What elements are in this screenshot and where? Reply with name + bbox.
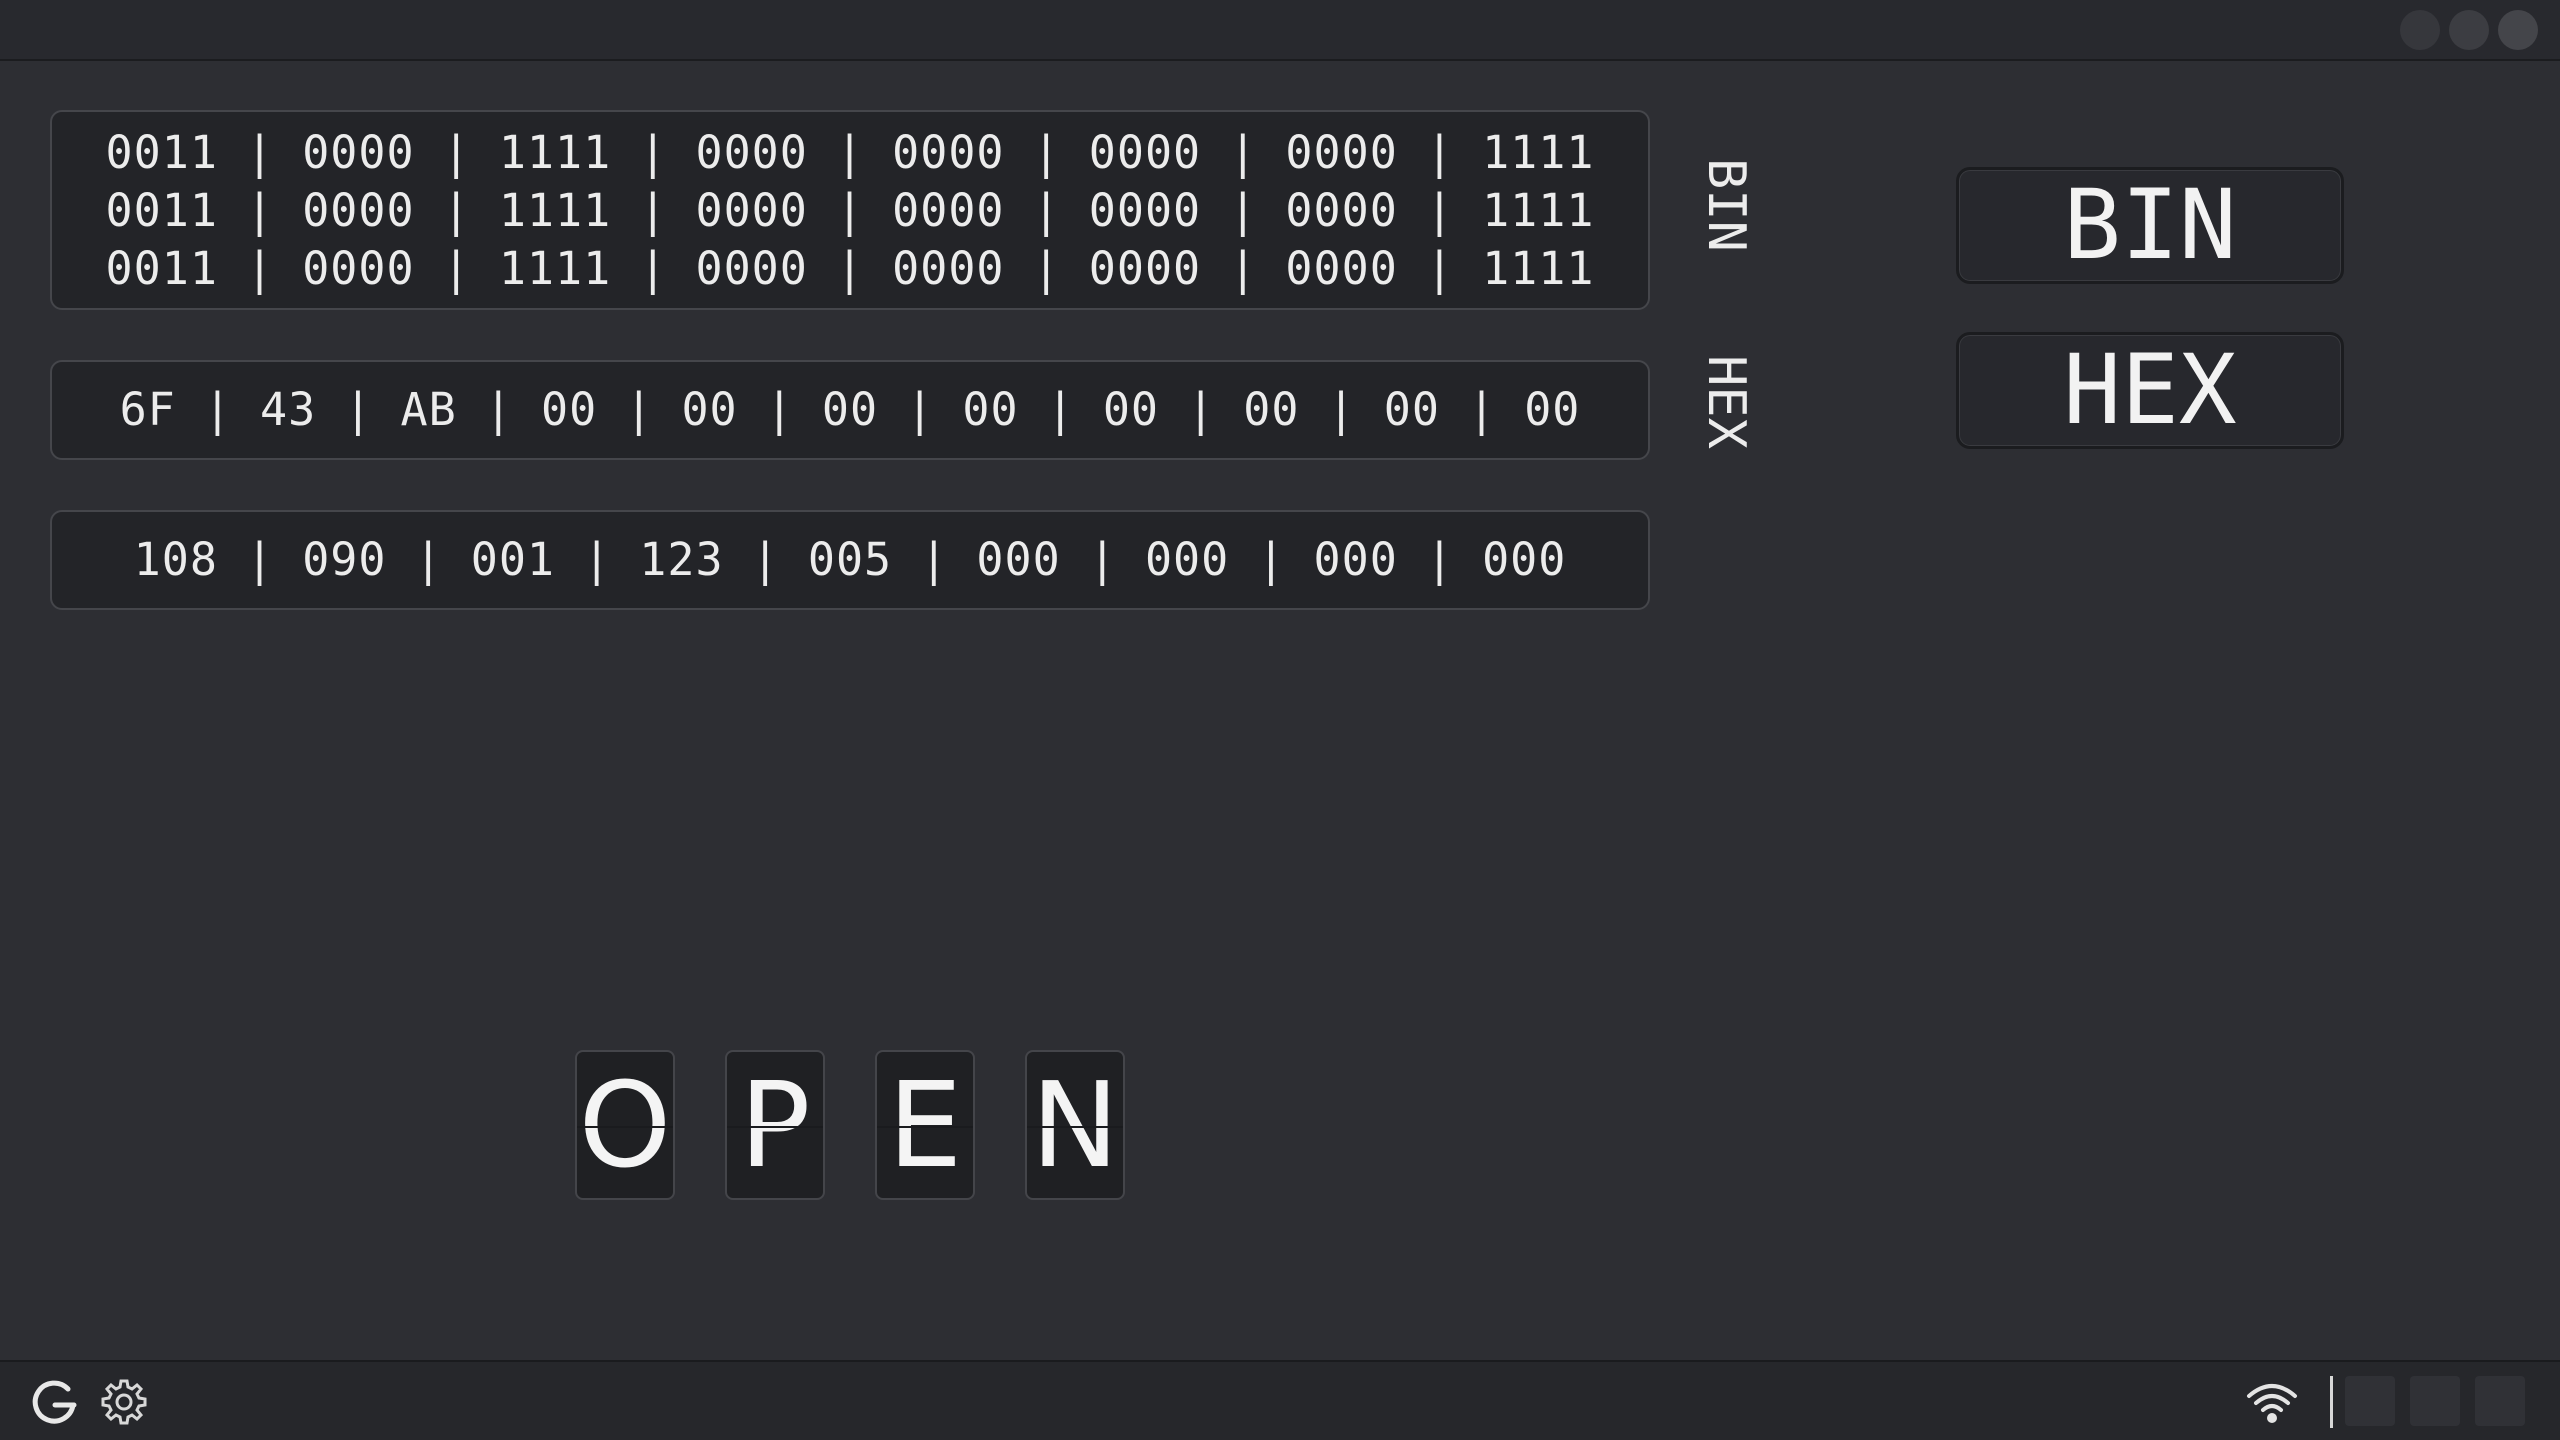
flip-letter-tile: E — [875, 1050, 975, 1200]
tray-slot[interactable] — [2475, 1376, 2525, 1426]
binary-display-panel: 0011 | 0000 | 1111 | 0000 | 0000 | 0000 … — [50, 110, 1650, 310]
tray-slot[interactable] — [2410, 1376, 2460, 1426]
binary-row: 0011 | 0000 | 1111 | 0000 | 0000 | 0000 … — [105, 184, 1595, 237]
bin-mode-button[interactable]: BIN — [1956, 167, 2344, 284]
binary-row: 0011 | 0000 | 1111 | 0000 | 0000 | 0000 … — [105, 242, 1595, 295]
binary-side-label: BIN — [1696, 158, 1756, 252]
flip-letter-tile: P — [725, 1050, 825, 1200]
tray-slot[interactable] — [2345, 1376, 2395, 1426]
wifi-icon[interactable] — [2245, 1378, 2299, 1432]
gear-icon[interactable] — [97, 1375, 151, 1429]
window-control-close[interactable] — [2498, 10, 2538, 50]
binary-row: 0011 | 0000 | 1111 | 0000 | 0000 | 0000 … — [105, 126, 1595, 179]
decimal-row: 108 | 090 | 001 | 123 | 005 | 000 | 000 … — [133, 533, 1567, 586]
hex-row: 6F | 43 | AB | 00 | 00 | 00 | 00 | 00 | … — [119, 383, 1581, 436]
status-bar — [0, 1360, 2560, 1440]
hex-mode-button[interactable]: HEX — [1956, 332, 2344, 449]
flip-letter-tile: N — [1025, 1050, 1125, 1200]
refresh-icon[interactable] — [28, 1375, 82, 1429]
hex-side-label: HEX — [1696, 355, 1756, 449]
status-divider — [2330, 1376, 2333, 1428]
title-bar — [0, 0, 2560, 61]
decimal-display-panel: 108 | 090 | 001 | 123 | 005 | 000 | 000 … — [50, 510, 1650, 610]
window-control-maximize[interactable] — [2449, 10, 2489, 50]
window-control-minimize[interactable] — [2400, 10, 2440, 50]
flip-letter-tile: O — [575, 1050, 675, 1200]
hex-display-panel: 6F | 43 | AB | 00 | 00 | 00 | 00 | 00 | … — [50, 360, 1650, 460]
